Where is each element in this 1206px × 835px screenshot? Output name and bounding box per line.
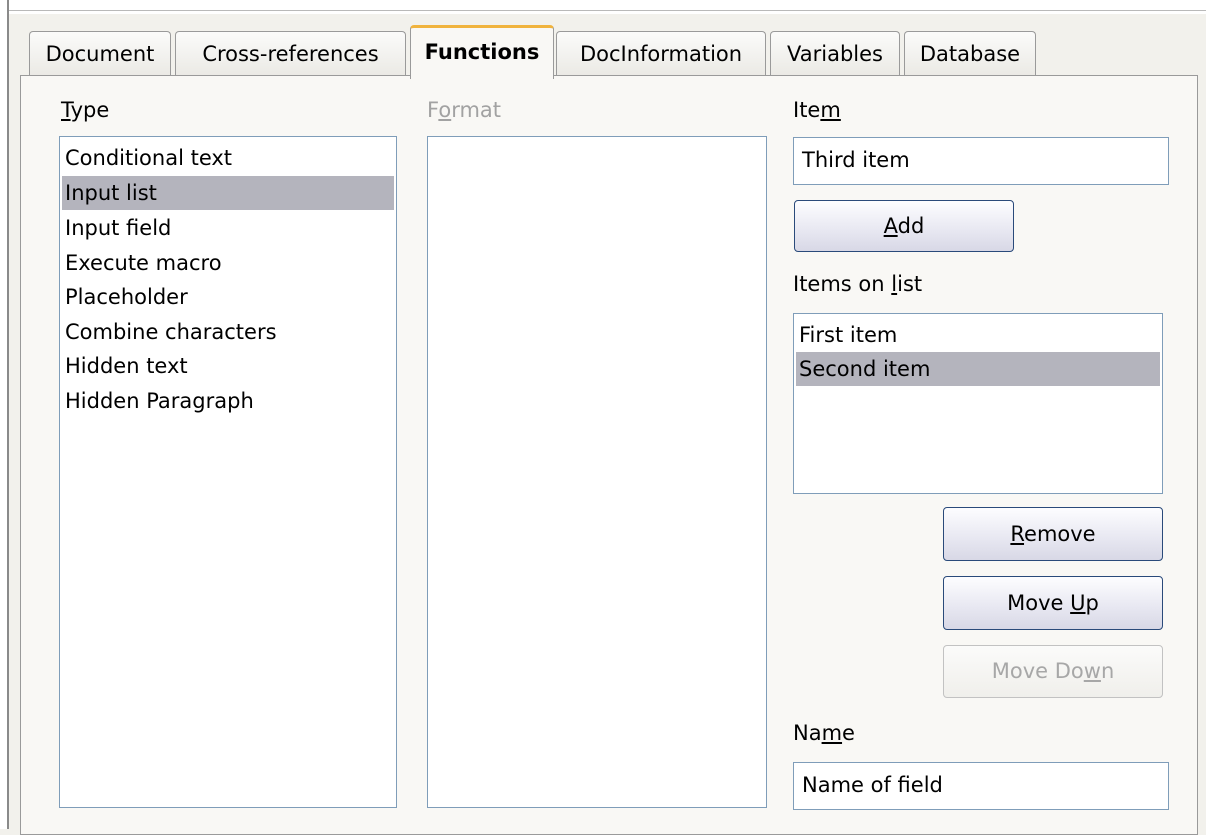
items-on-list-listbox[interactable]: First item Second item bbox=[793, 313, 1163, 494]
list-item[interactable]: First item bbox=[796, 318, 1160, 352]
move-down-button[interactable]: Move Down bbox=[943, 645, 1163, 698]
dialog-top-frame bbox=[9, 0, 1206, 14]
list-item[interactable]: Input field bbox=[62, 211, 394, 245]
list-item[interactable]: Hidden Paragraph bbox=[62, 384, 394, 418]
item-label: Item bbox=[793, 98, 841, 122]
window-left-border bbox=[0, 0, 9, 829]
list-item[interactable]: Second item bbox=[796, 352, 1160, 386]
item-input[interactable]: Third item bbox=[793, 137, 1169, 185]
list-item[interactable]: Placeholder bbox=[62, 280, 394, 314]
items-on-list-label: Items on list bbox=[793, 272, 923, 296]
name-input[interactable]: Name of field bbox=[793, 762, 1169, 810]
name-label: Name bbox=[793, 721, 855, 745]
list-item[interactable]: Input list bbox=[62, 176, 394, 210]
tab-docinformation[interactable]: DocInformation bbox=[556, 31, 766, 75]
tab-functions[interactable]: Functions bbox=[410, 25, 554, 79]
move-up-button[interactable]: Move Up bbox=[943, 576, 1163, 630]
list-item[interactable]: Hidden text bbox=[62, 349, 394, 383]
tab-cross-references[interactable]: Cross-references bbox=[175, 31, 406, 75]
functions-panel: Type Conditional text Input list Input f… bbox=[20, 75, 1198, 835]
list-item[interactable]: Conditional text bbox=[62, 141, 394, 175]
tab-variables[interactable]: Variables bbox=[770, 31, 900, 75]
format-label: Format bbox=[427, 98, 502, 122]
list-item[interactable]: Execute macro bbox=[62, 246, 394, 280]
format-listbox[interactable] bbox=[427, 136, 767, 808]
list-item[interactable]: Combine characters bbox=[62, 315, 394, 349]
type-label: Type bbox=[61, 98, 110, 122]
add-button[interactable]: Add bbox=[794, 200, 1014, 252]
remove-button[interactable]: Remove bbox=[943, 507, 1163, 561]
tab-document[interactable]: Document bbox=[29, 31, 171, 75]
tab-database[interactable]: Database bbox=[904, 31, 1036, 75]
type-listbox[interactable]: Conditional text Input list Input field … bbox=[59, 136, 397, 808]
